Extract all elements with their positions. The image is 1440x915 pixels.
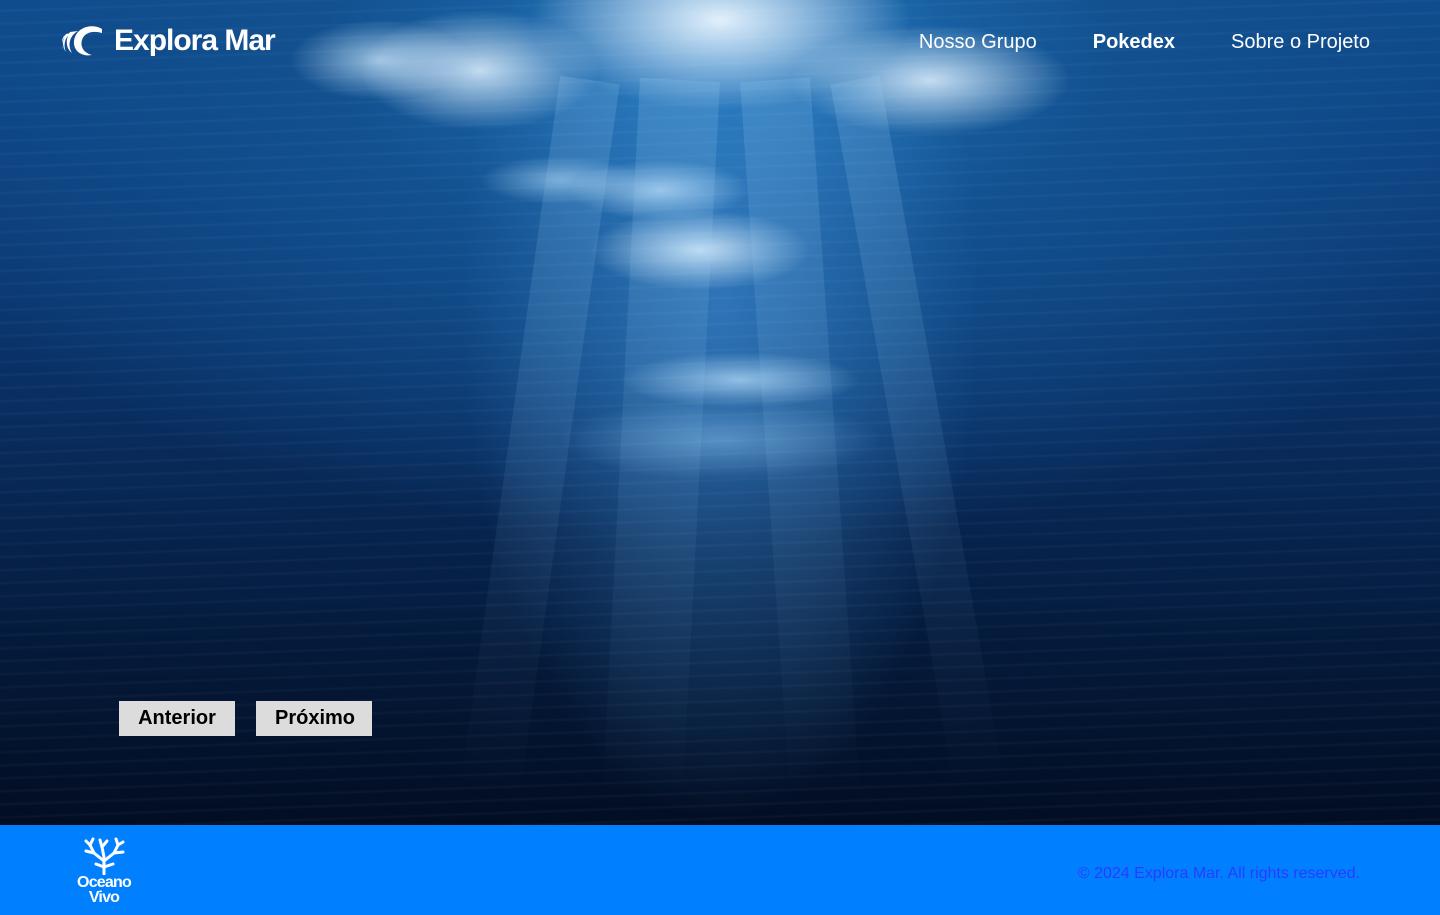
pagination-controls: Anterior Próximo xyxy=(119,701,372,736)
footer-logo-line-1: Oceano xyxy=(77,874,132,891)
nav-link-nosso-grupo[interactable]: Nosso Grupo xyxy=(919,31,1037,54)
oceano-vivo-logo: Oceano Vivo xyxy=(72,837,136,906)
site-footer: Oceano Vivo © 2024 Explora Mar. All righ… xyxy=(0,825,1440,915)
brand-logo[interactable]: Explora Mar xyxy=(62,23,276,59)
previous-button[interactable]: Anterior xyxy=(119,701,235,736)
copyright-text: © 2024 Explora Mar. All rights reserved. xyxy=(1077,865,1360,882)
main-nav: Nosso Grupo Pokedex Sobre o Projeto xyxy=(919,31,1370,54)
nav-link-pokedex[interactable]: Pokedex xyxy=(1093,31,1175,54)
next-button[interactable]: Próximo xyxy=(256,701,372,736)
footer-logo-line-2: Vivo xyxy=(88,889,120,906)
top-navbar: Explora Mar Nosso Grupo Pokedex Sobre o … xyxy=(0,0,1440,90)
coral-icon xyxy=(84,837,125,875)
brand-name: Explora Mar xyxy=(114,24,276,57)
wave-icon xyxy=(62,26,102,56)
nav-link-sobre-o-projeto[interactable]: Sobre o Projeto xyxy=(1231,31,1370,54)
